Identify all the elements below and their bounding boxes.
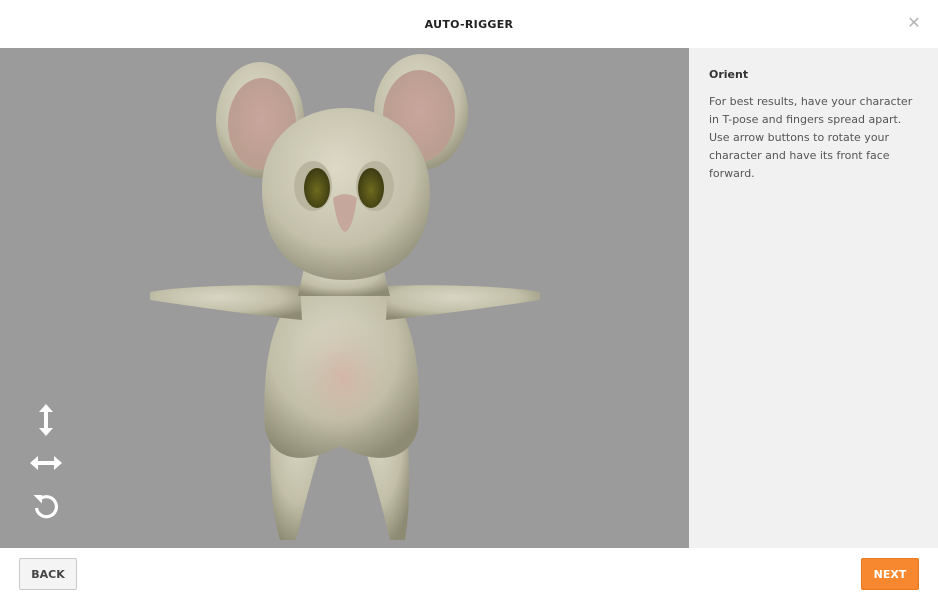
character-model: [150, 54, 540, 540]
dialog-header: AUTO-RIGGER ✕: [0, 0, 938, 48]
3d-viewport[interactable]: [0, 48, 689, 548]
step-description: For best results, have your character in…: [709, 95, 913, 180]
step-title: Orient: [709, 68, 749, 81]
rotate-horizontal-button[interactable]: [29, 445, 63, 481]
view-controls: [29, 402, 63, 531]
vertical-arrows-icon: [39, 404, 53, 436]
next-button[interactable]: NEXT: [861, 558, 919, 590]
dialog-footer: BACK NEXT: [0, 548, 938, 599]
horizontal-arrows-icon: [30, 456, 62, 470]
dialog-title: AUTO-RIGGER: [424, 17, 514, 31]
rotate-icon: [33, 495, 59, 519]
back-button[interactable]: BACK: [19, 558, 77, 590]
instructions-panel: Orient For best results, have your chara…: [689, 48, 938, 548]
close-icon[interactable]: ✕: [907, 15, 921, 31]
rotate-vertical-button[interactable]: [29, 402, 63, 438]
reset-rotation-button[interactable]: [29, 488, 63, 524]
